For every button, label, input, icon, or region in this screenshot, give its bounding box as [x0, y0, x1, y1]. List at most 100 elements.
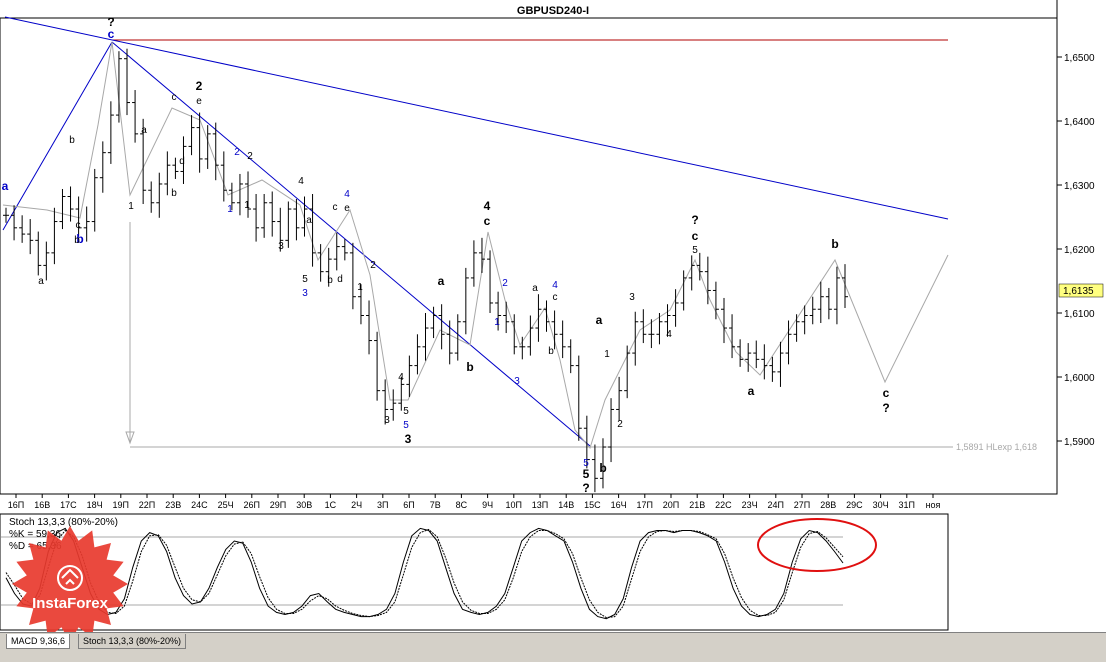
x-tick-label: 24П	[768, 500, 784, 510]
x-tick-label: 26П	[244, 500, 260, 510]
x-tick-label: 16П	[8, 500, 24, 510]
x-tick-label: 25Ч	[218, 500, 234, 510]
x-tick-label: 31П	[899, 500, 915, 510]
x-tick-label: 17П	[637, 500, 653, 510]
wave-label: ?	[882, 401, 889, 415]
x-tick-label: 23В	[165, 500, 181, 510]
y-tick-label: 1,6400	[1064, 117, 1095, 128]
x-tick-label: 9Ч	[482, 500, 493, 510]
wave-label: 2	[234, 147, 240, 158]
x-tick-label: 19П	[113, 500, 129, 510]
y-tick-label: 1,6000	[1064, 373, 1095, 384]
x-tick-label: 13П	[532, 500, 548, 510]
logo-text: InstaForex	[32, 595, 109, 612]
y-tick-label: 1,6100	[1064, 309, 1095, 320]
x-tick-label: 18Ч	[87, 500, 103, 510]
wave-label: a	[596, 313, 603, 327]
target-level-label: 1,5891 HLexp 1,618	[956, 442, 1037, 452]
x-tick-label: 16В	[34, 500, 50, 510]
x-tick-label: 21В	[689, 500, 705, 510]
x-tick-label: 30В	[296, 500, 312, 510]
wave-label: 4	[398, 372, 404, 383]
y-tick-label: 1,6500	[1064, 53, 1095, 64]
wave-label: 2	[196, 79, 203, 93]
x-tick-label: 15С	[584, 500, 601, 510]
wave-label: c	[883, 386, 890, 400]
wave-label: 1	[494, 317, 500, 328]
wave-label: 5	[403, 420, 409, 431]
wave-label: b	[831, 237, 838, 251]
y-tick-label: 1,6300	[1064, 181, 1095, 192]
x-tick-label: 3П	[377, 500, 388, 510]
wave-label: c	[333, 202, 338, 213]
wave-label: b	[466, 360, 473, 374]
wave-label: e	[196, 96, 202, 107]
x-tick-label: 22С	[715, 500, 732, 510]
y-tick-label: 1,6200	[1064, 245, 1095, 256]
x-axis: 16П 16В 17С 18Ч 19П 22П 23В 24С 25Ч 26П 29П 30В 1С 2Ч…	[8, 494, 941, 510]
wave-label: 4	[666, 329, 672, 340]
indicator-tabbar: MACD 9,36,6 Stoch 13,3,3 (80%-20%)	[0, 632, 1106, 662]
wave-label: 2	[617, 419, 623, 430]
wave-label: c	[484, 214, 491, 228]
chart-window: GBPUSD240-I 1,6500 1,6400 1,6300 1,6200 …	[0, 0, 1106, 662]
wave-label: ?	[582, 481, 589, 495]
wave-label: 5	[692, 245, 698, 256]
wave-label: 1	[128, 201, 134, 212]
wave-label: 3	[278, 241, 284, 252]
chart-title: GBPUSD240-I	[517, 5, 589, 17]
wave-label: a	[141, 125, 147, 136]
current-price-label: 1,6135	[1063, 286, 1094, 297]
tab-macd[interactable]: MACD 9,36,6	[6, 634, 71, 649]
wave-label: 5	[403, 406, 409, 417]
wave-label: b	[74, 235, 80, 246]
wave-label: 3	[302, 288, 308, 299]
tab-stoch[interactable]: Stoch 13,3,3 (80%-20%)	[78, 634, 187, 649]
wave-label: c	[692, 229, 699, 243]
wave-label: 1	[604, 349, 610, 360]
wave-label: b	[599, 461, 606, 475]
x-tick-label: 1С	[325, 500, 337, 510]
x-tick-label: 7В	[430, 500, 441, 510]
wave-label: b	[69, 135, 75, 146]
x-tick-label: 10П	[506, 500, 522, 510]
x-tick-label: 29П	[270, 500, 286, 510]
wave-label: 1	[227, 204, 233, 215]
wave-label: a	[748, 384, 755, 398]
wave-label: ?	[691, 213, 698, 227]
wave-label: 3	[514, 376, 520, 387]
wave-label: 3	[405, 432, 412, 446]
stoch-plot-frame	[0, 513, 949, 631]
wave-label: 4	[344, 189, 350, 200]
wave-label: c	[553, 292, 558, 303]
x-tick-label: 17С	[60, 500, 77, 510]
x-tick-label: 20П	[663, 500, 679, 510]
wave-label: 3	[384, 415, 390, 426]
wave-label: 4	[298, 176, 304, 187]
wave-label: 4	[552, 280, 558, 291]
wave-label: a	[532, 283, 538, 294]
wave-label: c	[172, 92, 177, 103]
wave-label: b	[548, 346, 554, 357]
price-plot-frame	[0, 17, 1058, 495]
wave-label: 3	[629, 292, 635, 303]
wave-label: 2	[502, 278, 508, 289]
x-tick-label: 27П	[794, 500, 810, 510]
wave-label: d	[337, 274, 343, 285]
wave-label: 4	[484, 199, 491, 213]
wave-label: b	[327, 275, 333, 286]
x-tick-label: 29С	[846, 500, 863, 510]
wave-label: 1	[357, 282, 363, 293]
price-chart[interactable]: GBPUSD240-I 1,6500 1,6400 1,6300 1,6200 …	[0, 0, 1106, 632]
wave-label: b	[171, 188, 177, 199]
wave-label: c	[76, 220, 81, 231]
y-tick-label: 1,5900	[1064, 437, 1095, 448]
wave-label: a	[38, 276, 44, 287]
x-tick-label: 22П	[139, 500, 155, 510]
wave-label: 5	[583, 467, 590, 481]
x-tick-label: 8С	[456, 500, 468, 510]
x-tick-label: 16Ч	[611, 500, 627, 510]
x-tick-label: 14В	[558, 500, 574, 510]
wave-label: 2	[247, 151, 253, 162]
wave-label: a	[306, 215, 312, 226]
